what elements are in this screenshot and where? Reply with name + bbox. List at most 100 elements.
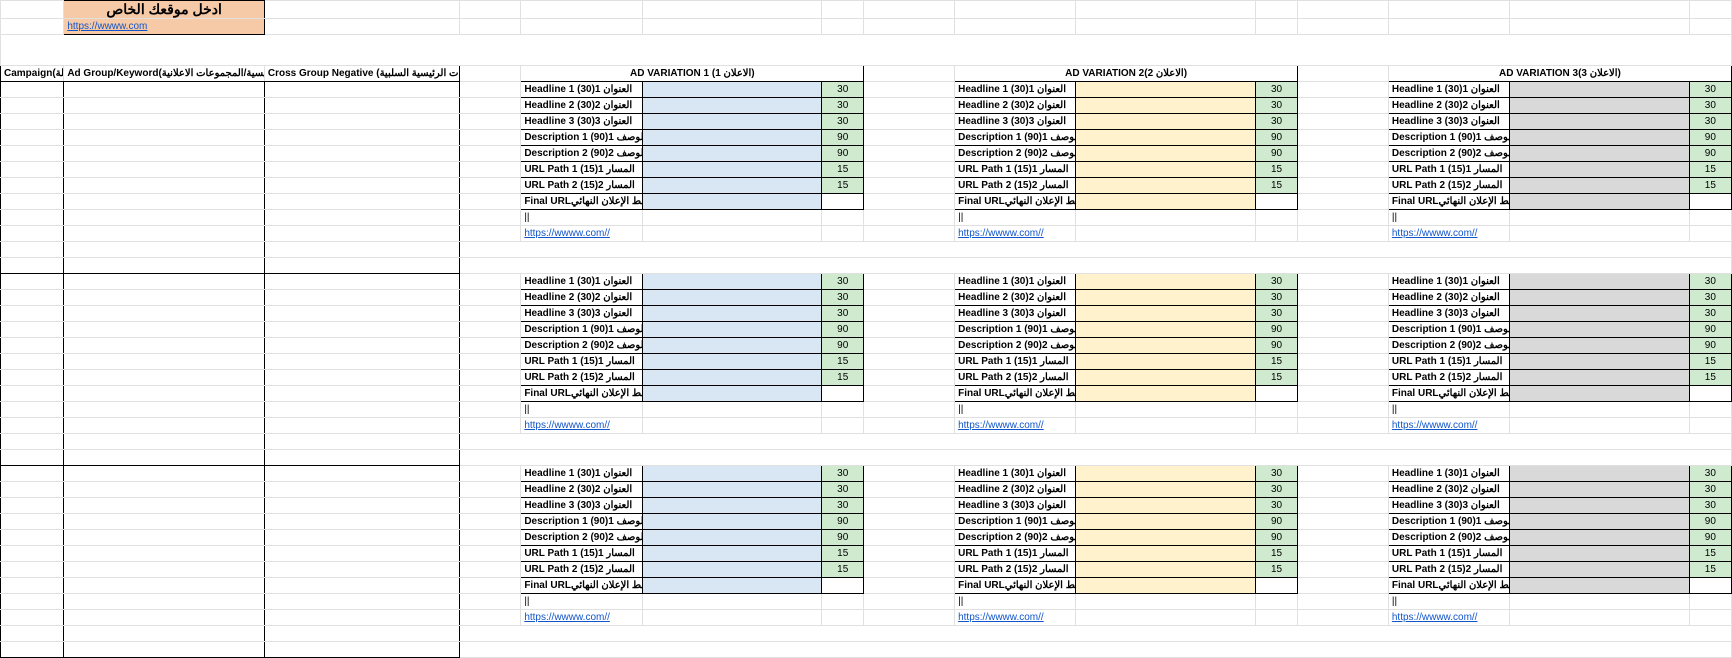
input-v3-h3[interactable] [1510, 114, 1689, 130]
input[interactable] [1076, 578, 1255, 594]
input[interactable] [1510, 370, 1689, 386]
input[interactable] [1076, 274, 1255, 290]
input[interactable] [642, 562, 821, 578]
site-url-link[interactable]: https://wwww.com [67, 21, 147, 32]
label: Headline 2 (30)2 العنوان [1388, 482, 1509, 498]
label: Description 2 (90)الوصف 2 [955, 338, 1076, 354]
input[interactable] [642, 370, 821, 386]
input[interactable] [1510, 482, 1689, 498]
count: 15 [1255, 162, 1297, 178]
input[interactable] [1076, 514, 1255, 530]
negative-cell[interactable] [264, 82, 459, 98]
final-url-link-v2[interactable]: https://wwww.com// [958, 228, 1044, 239]
input[interactable] [1510, 290, 1689, 306]
input-v1-fu[interactable] [642, 194, 821, 210]
input-v1-h3[interactable] [642, 114, 821, 130]
input[interactable] [1076, 466, 1255, 482]
label-path1: URL Path 1 (15)1 المسار [955, 162, 1076, 178]
input-v2-p2[interactable] [1076, 178, 1255, 194]
input[interactable] [1510, 354, 1689, 370]
input-v1-d2[interactable] [642, 146, 821, 162]
input[interactable] [1076, 354, 1255, 370]
input-v2-h3[interactable] [1076, 114, 1255, 130]
count: 15 [822, 178, 864, 194]
input-v2-d1[interactable] [1076, 130, 1255, 146]
label: URL Path 2 (15)2 المسار [521, 370, 642, 386]
input[interactable] [1076, 290, 1255, 306]
input-v1-d1[interactable] [642, 130, 821, 146]
campaign-cell[interactable] [1, 82, 64, 98]
input[interactable] [1076, 370, 1255, 386]
count: 90 [1255, 530, 1297, 546]
input[interactable] [1076, 322, 1255, 338]
input[interactable] [1510, 514, 1689, 530]
input[interactable] [642, 274, 821, 290]
input-v2-fu[interactable] [1076, 194, 1255, 210]
input-v1-p2[interactable] [642, 178, 821, 194]
input-v1-h1[interactable] [642, 82, 821, 98]
input-v2-h1[interactable] [1076, 82, 1255, 98]
count: 30 [1689, 290, 1731, 306]
count: 30 [1689, 306, 1731, 322]
input[interactable] [1076, 530, 1255, 546]
input[interactable] [1076, 482, 1255, 498]
input[interactable] [1510, 546, 1689, 562]
input[interactable] [1510, 386, 1689, 402]
input[interactable] [1510, 578, 1689, 594]
input[interactable] [642, 578, 821, 594]
input-v3-h1[interactable] [1510, 82, 1689, 98]
input-v1-h2[interactable] [642, 98, 821, 114]
final-url-link-v1[interactable]: https://wwww.com// [524, 228, 610, 239]
count: 90 [1255, 338, 1297, 354]
input[interactable] [642, 322, 821, 338]
adgroup-cell[interactable] [64, 82, 265, 98]
input[interactable] [1510, 498, 1689, 514]
input-v1-p1[interactable] [642, 162, 821, 178]
input[interactable] [642, 514, 821, 530]
input[interactable] [1076, 546, 1255, 562]
input[interactable] [1076, 562, 1255, 578]
label: Final URLرابط الإعلان النهائي [1388, 578, 1509, 594]
input[interactable] [1510, 530, 1689, 546]
input-v3-p2[interactable] [1510, 178, 1689, 194]
input[interactable] [642, 354, 821, 370]
input[interactable] [1510, 306, 1689, 322]
input[interactable] [642, 498, 821, 514]
input[interactable] [1076, 338, 1255, 354]
input-v3-fu[interactable] [1510, 194, 1689, 210]
final-url-link[interactable]: https://wwww.com// [1392, 420, 1478, 431]
count: 90 [1255, 130, 1297, 146]
input[interactable] [1076, 386, 1255, 402]
final-url-link[interactable]: https://wwww.com// [958, 612, 1044, 623]
input[interactable] [642, 546, 821, 562]
final-url-link[interactable]: https://wwww.com// [1392, 612, 1478, 623]
input[interactable] [642, 386, 821, 402]
input[interactable] [1076, 498, 1255, 514]
final-url-link-v3[interactable]: https://wwww.com// [1392, 228, 1478, 239]
final-url-link[interactable]: https://wwww.com// [958, 420, 1044, 431]
input-v2-d2[interactable] [1076, 146, 1255, 162]
input[interactable] [1510, 562, 1689, 578]
input[interactable] [1510, 338, 1689, 354]
count: 90 [1255, 146, 1297, 162]
input[interactable] [1510, 466, 1689, 482]
input[interactable] [642, 338, 821, 354]
input-v3-d1[interactable] [1510, 130, 1689, 146]
final-url-link[interactable]: https://wwww.com// [524, 420, 610, 431]
input-v2-h2[interactable] [1076, 98, 1255, 114]
input[interactable] [642, 306, 821, 322]
input[interactable] [1510, 322, 1689, 338]
label: Headline 2 (30)2 العنوان [1388, 290, 1509, 306]
input[interactable] [1076, 306, 1255, 322]
final-url-link[interactable]: https://wwww.com// [524, 612, 610, 623]
input-v2-p1[interactable] [1076, 162, 1255, 178]
input-v3-p1[interactable] [1510, 162, 1689, 178]
input[interactable] [642, 530, 821, 546]
input[interactable] [1510, 274, 1689, 290]
input[interactable] [642, 290, 821, 306]
input[interactable] [642, 482, 821, 498]
input[interactable] [642, 466, 821, 482]
input-v3-d2[interactable] [1510, 146, 1689, 162]
input-v3-h2[interactable] [1510, 98, 1689, 114]
count-v2-h1: 30 [1255, 82, 1297, 98]
